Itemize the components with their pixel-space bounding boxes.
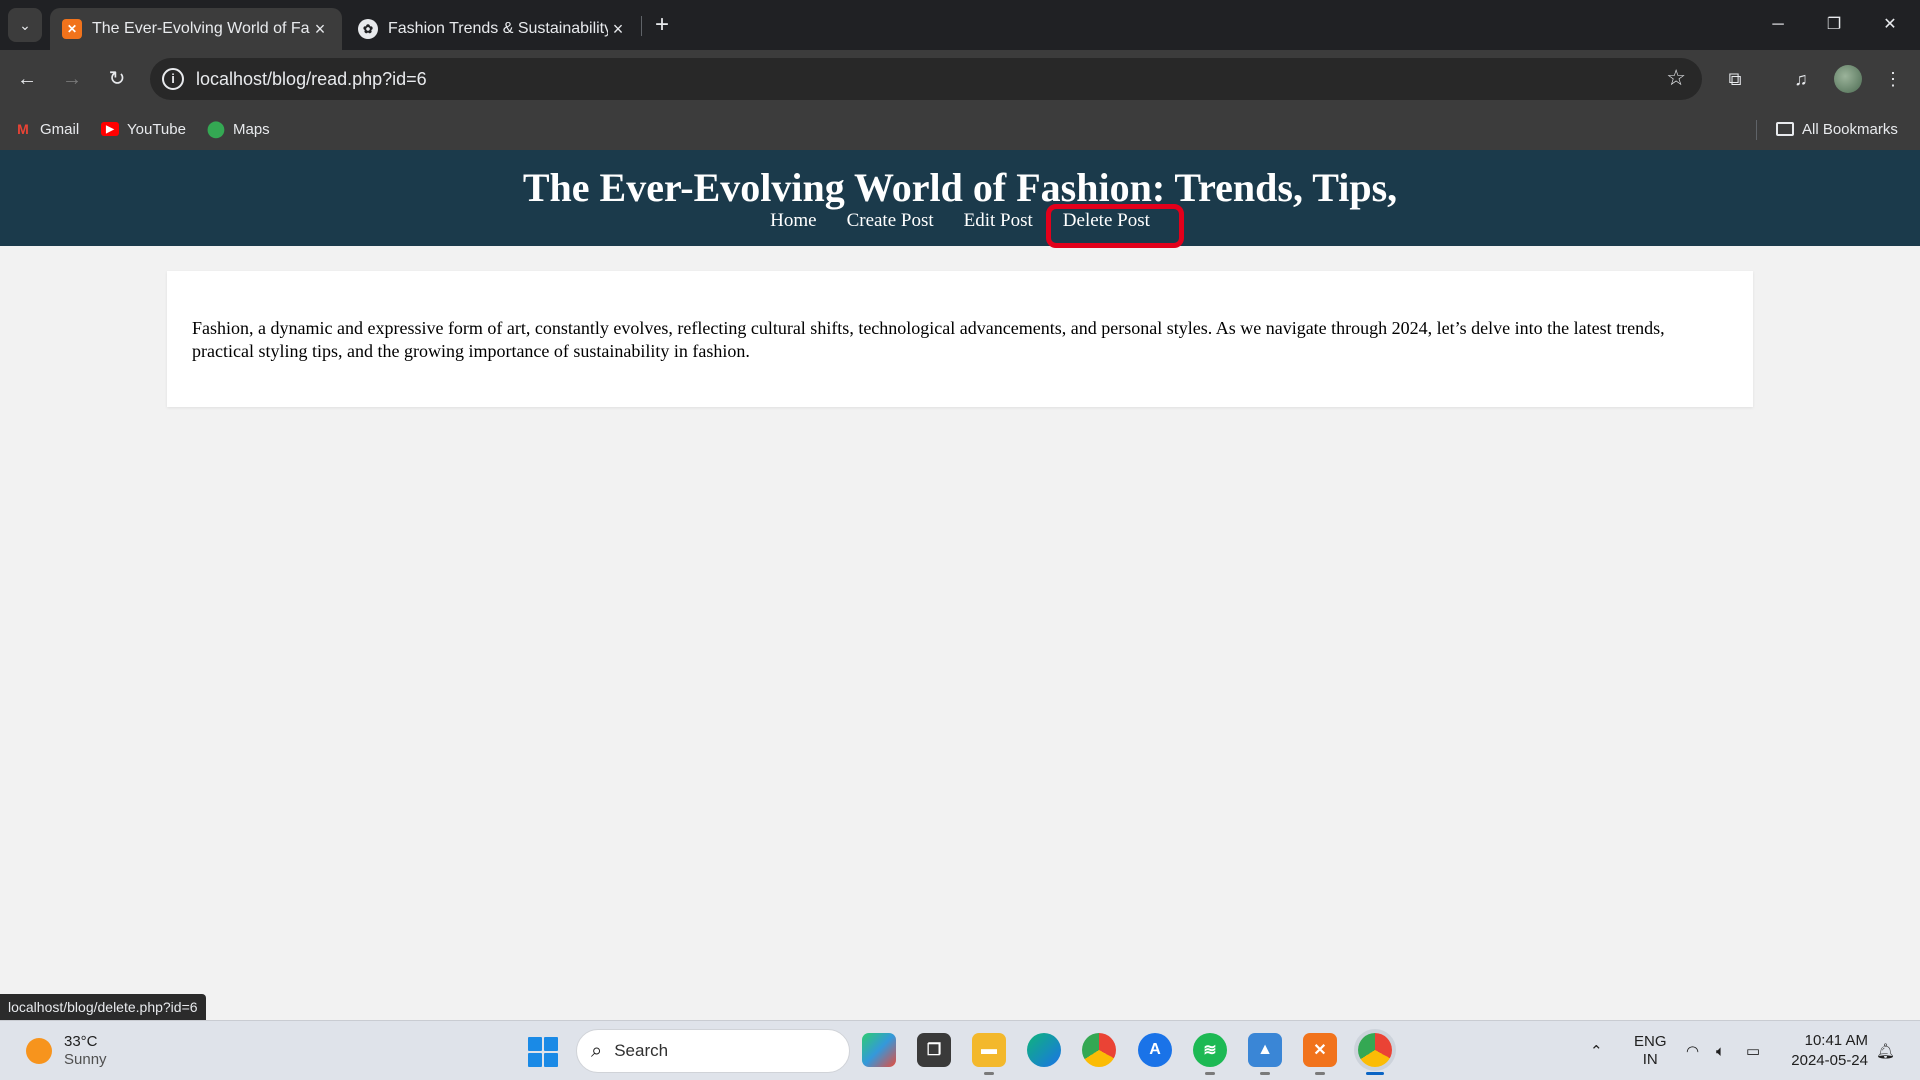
tab-strip: ⌄ ✕ The Ever-Evolving World of Fashion: … (0, 0, 1920, 50)
task-view-icon[interactable]: ❐ (917, 1033, 951, 1067)
language-line1: ENG (1634, 1033, 1667, 1050)
minimize-button[interactable]: ─ (1750, 0, 1806, 50)
chevron-down-icon: ⌄ (19, 16, 31, 33)
app-store-icon[interactable]: A (1138, 1033, 1172, 1067)
media-controls-icon[interactable]: ♫ (1784, 62, 1818, 96)
bookmark-maps[interactable]: ⬤ Maps (207, 118, 270, 140)
bookmark-label: Gmail (40, 120, 80, 138)
file-explorer-icon[interactable]: ▬ (972, 1033, 1006, 1075)
close-icon[interactable]: × (608, 19, 628, 40)
avatar[interactable] (1834, 65, 1862, 93)
folder-icon (1776, 122, 1794, 136)
taskbar-search[interactable]: ⌕ Search (576, 1029, 850, 1073)
youtube-icon: ▶ (101, 122, 119, 136)
menu-icon[interactable]: ⋮ (1876, 62, 1910, 96)
chatgpt-icon: ✿ (358, 19, 378, 39)
reload-button[interactable]: ↻ (100, 62, 134, 96)
sun-icon (26, 1038, 52, 1064)
all-bookmarks-label: All Bookmarks (1802, 120, 1898, 138)
arrow-right-icon: → (62, 68, 82, 90)
xampp-icon: ✕ (62, 19, 82, 39)
windows-start-icon[interactable] (528, 1037, 558, 1067)
post-card: Fashion, a dynamic and expressive form o… (167, 271, 1753, 407)
post-content: Fashion, a dynamic and expressive form o… (192, 318, 1665, 361)
wifi-icon[interactable]: ◠ (1686, 1021, 1699, 1080)
close-window-button[interactable]: ✕ (1862, 0, 1918, 50)
nav-home-link[interactable]: Home (770, 210, 816, 232)
restore-button[interactable]: ❐ (1806, 0, 1862, 50)
address-bar[interactable]: i localhost/blog/read.php?id=6 ☆ (150, 58, 1702, 100)
link-status-bubble: localhost/blog/delete.php?id=6 (0, 994, 206, 1020)
bookmarks-divider (1756, 120, 1757, 140)
date-text: 2024-05-24 (1791, 1052, 1868, 1069)
nav-create-post-link[interactable]: Create Post (847, 210, 934, 232)
tab-inactive[interactable]: ✿ Fashion Trends & Sustainability × (346, 8, 640, 50)
volume-icon[interactable]: 🔈︎ (1716, 1021, 1725, 1080)
time-text: 10:41 AM (1804, 1032, 1868, 1049)
site-header: The Ever-Evolving World of Fashion: Tren… (0, 150, 1920, 248)
weather-widget[interactable]: 33°C Sunny (26, 1033, 107, 1069)
language-line2: IN (1642, 1051, 1658, 1068)
page-viewport: The Ever-Evolving World of Fashion: Tren… (0, 150, 1920, 1020)
edge-icon[interactable] (1027, 1033, 1061, 1067)
chrome-profile-icon[interactable] (1358, 1033, 1392, 1075)
tab-search-button[interactable]: ⌄ (8, 8, 42, 42)
site-nav: Home Create Post Edit Post Delete Post (0, 210, 1920, 232)
extensions-icon[interactable]: ⧉ (1718, 62, 1752, 96)
search-label: Search (614, 1041, 669, 1060)
chevron-up-icon[interactable]: ⌃ (1590, 1021, 1603, 1080)
taskbar: 33°C Sunny ⌕ Search ❐ ▬ A ≋ ▲ ✕ ⌃ ENG IN… (0, 1020, 1920, 1080)
weather-desc: Sunny (64, 1051, 107, 1068)
xampp-icon[interactable]: ✕ (1303, 1033, 1337, 1075)
tab-divider (641, 16, 642, 36)
browser-toolbar: ← → ↻ i localhost/blog/read.php?id=6 ☆ ⧉… (0, 50, 1920, 108)
search-icon: ⌕ (591, 1039, 603, 1062)
clock[interactable]: 10:41 AM 2024-05-24 (1778, 1031, 1868, 1071)
page-title: The Ever-Evolving World of Fashion: Tren… (522, 165, 1398, 210)
new-tab-button[interactable]: + (650, 10, 674, 40)
url-text[interactable]: localhost/blog/read.php?id=6 (196, 69, 427, 90)
copilot-icon[interactable] (862, 1033, 896, 1067)
close-icon[interactable]: × (310, 19, 330, 40)
star-icon[interactable]: ☆ (1666, 65, 1686, 91)
weather-temp: 33°C (64, 1033, 98, 1050)
tab-title: Fashion Trends & Sustainability (388, 20, 608, 37)
bell-icon[interactable]: 🔔︎ (1876, 1021, 1895, 1080)
chrome-icon[interactable] (1082, 1033, 1116, 1067)
spotify-icon[interactable]: ≋ (1193, 1033, 1227, 1075)
reload-icon: ↻ (108, 68, 126, 90)
info-icon[interactable]: i (162, 68, 184, 90)
back-button[interactable]: ← (10, 62, 44, 96)
forward-button[interactable]: → (55, 62, 89, 96)
all-bookmarks[interactable]: All Bookmarks (1776, 118, 1898, 140)
tab-active[interactable]: ✕ The Ever-Evolving World of Fashion: Tr… (50, 8, 342, 50)
bookmarks-bar: M Gmail ▶ YouTube ⬤ Maps All Bookmarks (0, 108, 1920, 150)
highlight-annotation (1046, 204, 1184, 248)
nav-edit-post-link[interactable]: Edit Post (964, 210, 1033, 232)
maps-icon: ⬤ (207, 121, 225, 138)
tab-title: The Ever-Evolving World of Fashion: Tren… (92, 20, 310, 37)
bookmark-label: YouTube (127, 120, 186, 138)
gmail-icon: M (17, 121, 29, 137)
language-indicator[interactable]: ENG IN (1634, 1021, 1667, 1080)
arrow-left-icon: ← (17, 68, 37, 90)
bookmark-gmail[interactable]: M Gmail (14, 118, 79, 140)
battery-icon[interactable]: ▭ (1746, 1021, 1760, 1080)
photos-icon[interactable]: ▲ (1248, 1033, 1282, 1075)
bookmark-label: Maps (233, 120, 270, 138)
bookmark-youtube[interactable]: ▶ YouTube (101, 118, 186, 140)
